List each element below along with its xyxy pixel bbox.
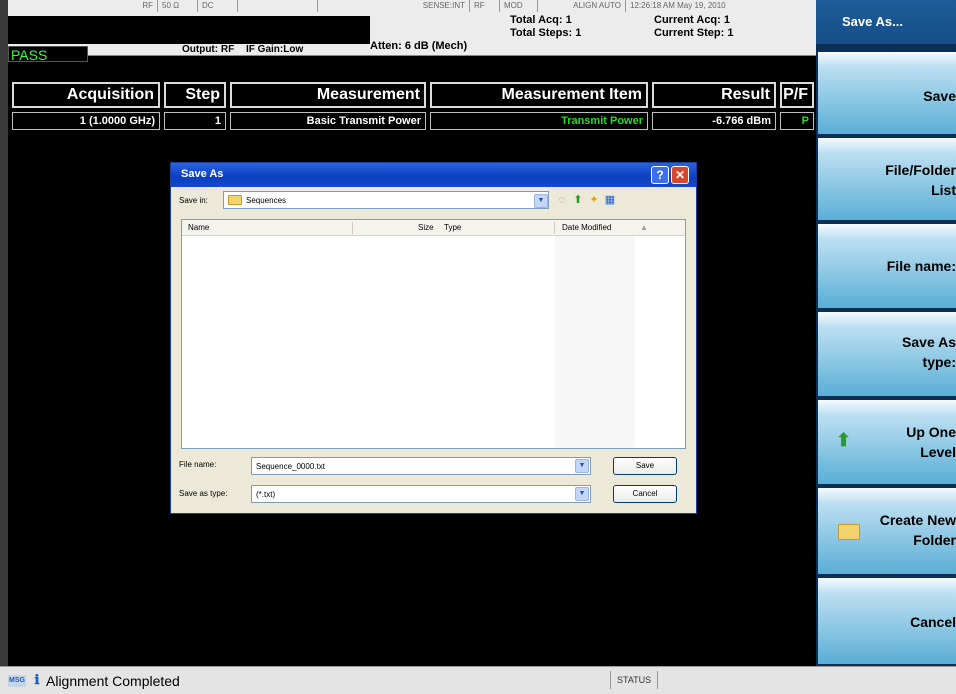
softkey-label: Up One Level [906,424,956,460]
col-result: Result [652,82,776,108]
col-measurement-item: Measurement Item [430,82,648,108]
list-header: Name Size Type Date Modified ▲ [182,220,685,236]
cancel-button[interactable]: Cancel [613,485,677,503]
up-folder-icon: ⬆ [836,430,852,450]
softkey-label: Save [923,88,956,104]
chevron-down-icon[interactable]: ▼ [575,459,589,473]
results-header-row: Acquisition Step Measurement Measurement… [8,82,816,108]
file-name-input[interactable]: Sequence_0000.txt [251,457,591,475]
softkey-label: Create New Folder [879,512,956,548]
folder-icon [228,195,242,205]
mod-indicator: MOD [500,0,538,12]
info-icon: ℹ [34,672,40,687]
up-folder-icon[interactable]: ⬆ [571,193,585,207]
status-message: Alignment Completed [46,673,180,689]
view-menu-icon[interactable]: ▦ [603,193,617,207]
save-in-label: Save in: [179,196,208,205]
new-folder-icon[interactable]: ✦ [587,193,601,207]
sense-indicator: SENSE:INT [318,0,470,12]
chevron-down-icon[interactable]: ▼ [575,487,589,501]
save-in-dropdown[interactable]: Sequences ▼ [223,191,549,209]
settings-bar: RF 50 Ω DC SENSE:INT RF MOD ALIGN AUTO 1… [8,0,816,63]
current-step: Current Step: 1 [654,27,734,39]
total-acq: Total Acq: 1 [510,14,572,26]
enter-icon [348,32,364,42]
blank-indicator [238,0,318,12]
pass-indicator: PASS [8,46,88,63]
softkey-file-folder-list[interactable]: File/Folder List [818,136,956,220]
column-divider [554,222,555,234]
title-area [8,16,370,44]
softkey-menu-title: Save As... [816,0,956,46]
save-as-dialog: Save As ? ✕ Save in: Sequences ▼ ◌ ⬆ ✦ ▦… [170,162,697,514]
if-gain-setting: IF Gain:Low [246,44,304,55]
cell-measurement: Basic Transmit Power [230,112,426,130]
softkey-label: Save As type: [902,334,956,370]
softkey-label: File name: [886,258,956,274]
header-name[interactable]: Name [188,223,209,232]
coupling-indicator: DC [198,0,238,12]
current-acq: Current Acq: 1 [654,14,730,26]
date-column [555,236,635,448]
sort-arrow-icon: ▲ [640,223,648,232]
save-type-select[interactable]: (*.txt) [251,485,591,503]
datetime: 12:26:18 AM May 19, 2010 [630,1,726,10]
close-button[interactable]: ✕ [671,166,689,184]
cell-result: -6.766 dBm [652,112,776,130]
chevron-down-icon[interactable]: ▼ [534,194,548,208]
col-pf: P/F [780,82,814,108]
cell-measurement-item: Transmit Power [430,112,648,130]
header-type[interactable]: Type [444,223,461,232]
cell-step: 1 [164,112,226,130]
file-list[interactable]: Name Size Type Date Modified ▲ [181,219,686,449]
rf2-indicator: RF [470,0,500,12]
output-setting: Output: RF [182,44,235,55]
col-acquisition: Acquisition [12,82,160,108]
status-button[interactable]: STATUS [610,671,659,689]
align-indicator: ALIGN AUTO [538,0,626,12]
measurement-view: RF 50 Ω DC SENSE:INT RF MOD ALIGN AUTO 1… [0,0,816,666]
atten-setting: Atten: 6 dB (Mech) [370,40,468,52]
save-type-label: Save as type: [179,489,228,498]
total-steps: Total Steps: 1 [510,27,582,39]
softkey-label: File/Folder List [885,162,956,198]
impedance-indicator: 50 Ω [158,0,198,12]
back-icon[interactable]: ◌ [555,193,569,207]
softkey-create-new-folder[interactable]: Create New Folder [818,486,956,574]
header-size[interactable]: Size [418,223,434,232]
cell-pf: P [780,112,814,130]
table-row[interactable]: 1 (1.0000 GHz) 1 Basic Transmit Power Tr… [8,112,816,130]
rf-indicator: RF [8,0,158,12]
msg-tag[interactable]: MSG [8,675,26,687]
save-in-value: Sequences [246,196,287,205]
help-button[interactable]: ? [651,166,669,184]
save-in-combo: Sequences ▼ ◌ ⬆ ✦ ▦ [223,191,719,209]
softkey-save-as-type[interactable]: Save As type: [818,310,956,396]
softkey-file-name[interactable]: File name: [818,222,956,308]
softkey-up-one-level[interactable]: ⬆ Up One Level [818,398,956,484]
softkey-label: Cancel [910,614,956,630]
file-name-label: File name: [179,460,217,469]
save-button[interactable]: Save [613,457,677,475]
col-step: Step [164,82,226,108]
header-date[interactable]: Date Modified [562,223,611,232]
status-bar: MSG ℹ Alignment Completed STATUS [0,666,956,694]
column-divider [352,222,353,234]
softkey-save[interactable]: Save [818,50,956,134]
softkey-panel: Save As... Save File/Folder List File na… [816,0,956,666]
dialog-title: Save As [181,168,224,180]
dialog-titlebar[interactable]: Save As ? ✕ [171,163,696,187]
col-measurement: Measurement [230,82,426,108]
cell-acquisition: 1 (1.0000 GHz) [12,112,160,130]
new-folder-icon [838,524,860,540]
softkey-cancel[interactable]: Cancel [818,576,956,664]
